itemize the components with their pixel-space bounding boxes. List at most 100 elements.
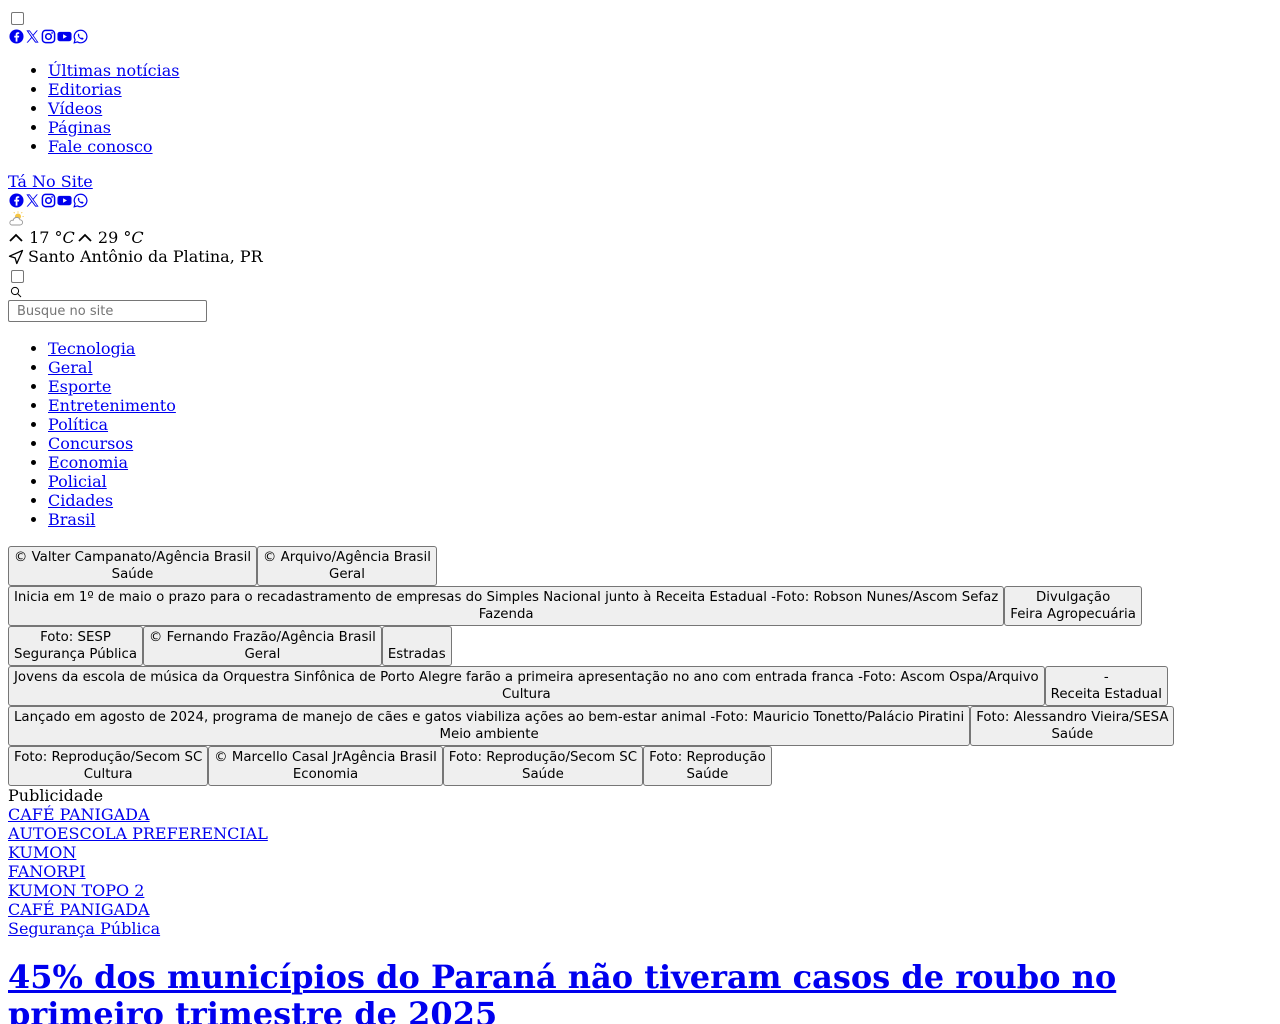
news-card[interactable]: Foto: Reprodução/Secom SC Cultura [8, 746, 209, 786]
category-link[interactable]: Tecnologia [48, 339, 135, 358]
card-category: Economia [292, 767, 359, 782]
card-category: Cultura [501, 687, 551, 702]
main-nav-item: Páginas [48, 118, 1272, 137]
card-category: Geral [329, 567, 365, 582]
card-category: Geral [244, 647, 281, 662]
main-nav: Últimas notícias Editorias Vídeos Página… [8, 61, 1272, 156]
site-logo-link[interactable]: Tá No Site [8, 172, 1272, 191]
top-social-links [8, 27, 1272, 45]
ad-link[interactable]: FANORPI [8, 862, 1272, 881]
news-card[interactable]: Foto: SESP Segurança Pública [8, 626, 144, 666]
card-category: Saúde [1051, 727, 1094, 742]
facebook-icon[interactable] [8, 28, 24, 44]
news-card[interactable]: Jovens da escola de música da Orquestra … [8, 666, 1045, 706]
x-icon[interactable] [24, 192, 40, 208]
news-card-row: Foto: Reprodução/Secom SC Cultura © Marce… [8, 746, 1272, 786]
main-nav-link[interactable]: Últimas notícias [48, 61, 179, 80]
location-text: Santo Antônio da Platina, PR [28, 247, 263, 266]
youtube-icon[interactable] [56, 192, 72, 208]
ad-link[interactable]: CAFÉ PANIGADA [8, 900, 1272, 919]
photo-credit: Divulgação [1035, 590, 1111, 605]
youtube-icon[interactable] [56, 28, 72, 44]
category-item: Esporte [48, 377, 1272, 396]
search-input[interactable] [8, 300, 207, 322]
card-category: Cultura [83, 767, 133, 782]
photo-credit: Foto: Reprodução/Secom SC [14, 750, 203, 765]
news-card[interactable]: © Fernando Frazão/Agência Brasil Geral [143, 626, 382, 666]
partly-cloudy-icon [9, 211, 24, 226]
news-card[interactable]: Lançado em agosto de 2024, programa de m… [8, 706, 971, 746]
menu-toggle-checkbox[interactable] [11, 12, 24, 25]
photo-credit: - [1103, 670, 1109, 685]
ad-link[interactable]: KUMON [8, 843, 1272, 862]
category-link[interactable]: Brasil [48, 510, 95, 529]
news-card[interactable]: Foto: Reprodução/Secom SC Saúde [442, 746, 644, 786]
news-carousel: © Valter Campanato/Agência Brasil Saúde ©… [8, 546, 1272, 786]
search-toggle-checkbox[interactable] [11, 270, 24, 283]
chevron-up-icon [9, 233, 23, 242]
article-category-link[interactable]: Segurança Pública [8, 919, 1272, 938]
category-link[interactable]: Policial [48, 472, 107, 491]
news-card[interactable]: Foto: Reprodução Saúde [643, 746, 772, 786]
category-link[interactable]: Cidades [48, 491, 113, 510]
facebook-icon[interactable] [8, 192, 24, 208]
advertising-label: Publicidade [8, 786, 104, 805]
news-card[interactable]: © Marcello Casal JrAgência Brasil Economi… [208, 746, 443, 786]
news-card-row: © Valter Campanato/Agência Brasil Saúde ©… [8, 546, 1272, 586]
main-nav-item: Vídeos [48, 99, 1272, 118]
photo-credit: Jovens da escola de música da Orquestra … [14, 670, 1039, 685]
card-category: Feira Agropecuária [1010, 607, 1136, 622]
main-nav-link[interactable]: Fale conosco [48, 137, 153, 156]
instagram-icon[interactable] [40, 192, 56, 208]
ad-link[interactable]: KUMON TOPO 2 [8, 881, 1272, 900]
category-link[interactable]: Economia [48, 453, 128, 472]
category-link[interactable]: Geral [48, 358, 93, 377]
card-category: Saúde [686, 767, 729, 782]
category-item: Economia [48, 453, 1272, 472]
photo-credit: © Marcello Casal JrAgência Brasil [214, 750, 437, 765]
news-card[interactable]: Estradas [381, 626, 452, 666]
category-link[interactable]: Esporte [48, 377, 111, 396]
news-card[interactable]: - Receita Estadual [1044, 666, 1168, 706]
card-category: Estradas [387, 647, 446, 662]
category-link[interactable]: Concursos [48, 434, 133, 453]
category-item: Concursos [48, 434, 1272, 453]
category-item: Policial [48, 472, 1272, 491]
news-card[interactable]: © Arquivo/Agência Brasil Geral [257, 546, 437, 586]
whatsapp-icon[interactable] [72, 192, 88, 208]
news-card[interactable]: © Valter Campanato/Agência Brasil Saúde [8, 546, 258, 586]
article-headline-link[interactable]: 45% dos municípios do Paraná não tiveram… [8, 958, 1116, 1024]
news-card[interactable]: Inicia em 1º de maio o prazo para o reca… [8, 586, 1005, 626]
header-social-links [8, 191, 1272, 209]
photo-credit: Lançado em agosto de 2024, programa de m… [14, 710, 965, 725]
card-category: Saúde [522, 767, 564, 782]
main-nav-link[interactable]: Editorias [48, 80, 122, 99]
x-icon[interactable] [24, 28, 40, 44]
main-nav-link[interactable]: Páginas [48, 118, 111, 137]
card-category: Fazenda [478, 607, 534, 622]
ad-link[interactable]: CAFÉ PANIGADA [8, 805, 1272, 824]
category-link[interactable]: Entretenimento [48, 396, 176, 415]
whatsapp-icon[interactable] [72, 28, 88, 44]
search-icon[interactable] [10, 286, 22, 298]
news-card[interactable]: Divulgação Feira Agropecuária [1004, 586, 1142, 626]
article-headline: 45% dos municípios do Paraná não tiveram… [8, 959, 1272, 1024]
news-card-row: Lançado em agosto de 2024, programa de m… [8, 706, 1272, 746]
main-nav-link[interactable]: Vídeos [48, 99, 102, 118]
ad-link[interactable]: AUTOESCOLA PREFERENCIAL [8, 824, 1272, 843]
photo-credit: Foto: Reprodução/Secom SC [448, 750, 638, 765]
category-item: Cidades [48, 491, 1272, 510]
temp-unit: °C [54, 228, 75, 247]
category-item: Política [48, 415, 1272, 434]
card-category: Receita Estadual [1050, 687, 1162, 702]
main-nav-item: Fale conosco [48, 137, 1272, 156]
category-item: Tecnologia [48, 339, 1272, 358]
category-item: Entretenimento [48, 396, 1272, 415]
category-link[interactable]: Política [48, 415, 108, 434]
card-category: Meio ambiente [439, 727, 539, 742]
photo-credit: Foto: Alessandro Vieira/SESA [976, 710, 1169, 725]
instagram-icon[interactable] [40, 28, 56, 44]
temp-unit: °C [123, 228, 144, 247]
news-card[interactable]: Foto: Alessandro Vieira/SESA Saúde [970, 706, 1175, 746]
photo-credit: © Fernando Frazão/Agência Brasil [149, 630, 376, 645]
